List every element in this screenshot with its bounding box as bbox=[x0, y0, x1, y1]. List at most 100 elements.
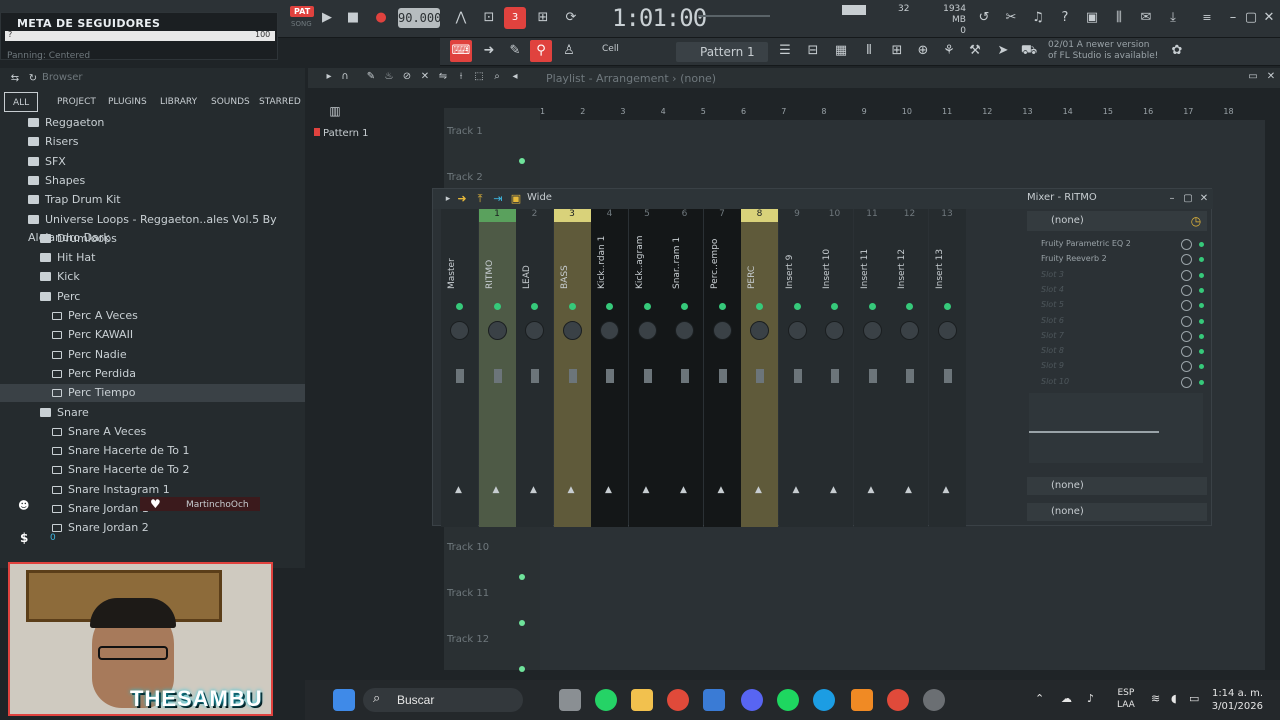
browser-item[interactable]: Universe Loops - Reggaeton..ales Vol.5 B… bbox=[0, 211, 305, 244]
mixer-strip[interactable]: 12 Insert 12 ▲ bbox=[891, 209, 928, 527]
pan-knob[interactable] bbox=[525, 321, 544, 340]
browser-item[interactable]: Snare A Veces bbox=[0, 423, 305, 441]
obs-icon[interactable] bbox=[923, 689, 945, 711]
volume-icon[interactable]: ◖ bbox=[1171, 692, 1177, 705]
fx-enable-led[interactable] bbox=[1199, 272, 1204, 278]
help-icon[interactable]: ? bbox=[1054, 7, 1076, 29]
magnet-icon[interactable]: ∩ bbox=[334, 66, 356, 88]
fx-mix-knob[interactable] bbox=[1181, 254, 1192, 266]
browser-window-icon[interactable]: ⊞ bbox=[886, 40, 908, 62]
volume-fader[interactable] bbox=[906, 369, 914, 383]
fx-mix-knob[interactable] bbox=[1181, 330, 1192, 342]
route-arrow-icon[interactable]: ▲ bbox=[680, 485, 687, 495]
track-enable-led[interactable] bbox=[519, 620, 525, 626]
volume-fader[interactable] bbox=[493, 369, 502, 383]
pattern-selector[interactable]: Pattern 1 bbox=[676, 42, 768, 62]
send-icon[interactable]: ➤ bbox=[992, 40, 1014, 62]
volume-fader[interactable] bbox=[456, 369, 464, 383]
strip-led[interactable] bbox=[868, 303, 876, 310]
fx-slot[interactable]: Fruity Reeverb 2 bbox=[1041, 254, 1107, 263]
volume-fader[interactable] bbox=[943, 369, 952, 383]
fx-mix-knob[interactable] bbox=[1181, 346, 1192, 358]
strip-led[interactable] bbox=[793, 303, 801, 310]
browser-item[interactable]: Perc bbox=[0, 288, 305, 306]
mixer-strip[interactable]: 10 Insert 10 ▲ bbox=[816, 209, 853, 527]
browser-item[interactable]: Perc Nadie bbox=[0, 346, 305, 364]
fx-slot[interactable]: Slot 8 bbox=[1041, 346, 1064, 355]
route-arrow-icon[interactable]: ▲ bbox=[943, 485, 950, 495]
countdown-icon[interactable]: 3 bbox=[504, 7, 526, 29]
volume-fader[interactable] bbox=[718, 369, 727, 383]
timeline-ruler[interactable]: 1 2 3 4 5 6 7 8 9 10 11 12 13 14 15 16 17 18 bbox=[540, 106, 1265, 120]
volume-fader[interactable] bbox=[831, 369, 839, 383]
fx-slot[interactable]: Slot 7 bbox=[1041, 331, 1064, 340]
mixer-strip[interactable]: Master ▲ bbox=[441, 209, 478, 527]
whatsapp-icon[interactable] bbox=[595, 689, 617, 711]
store-icon[interactable] bbox=[703, 689, 725, 711]
mixer-clock-icon[interactable]: ◷ bbox=[1185, 210, 1207, 232]
mixer-toggle-icon[interactable]: ⫼ bbox=[1108, 7, 1130, 29]
fx-slot[interactable]: Slot 3 bbox=[1041, 270, 1064, 279]
touch-controller-icon[interactable]: ⚘ bbox=[938, 40, 960, 62]
strip-led[interactable] bbox=[943, 303, 951, 310]
pan-knob[interactable] bbox=[637, 321, 657, 340]
volume-fader[interactable] bbox=[793, 369, 802, 383]
pan-knob[interactable] bbox=[787, 321, 807, 340]
browser-tab-project[interactable]: PROJECT bbox=[57, 92, 96, 112]
browser-refresh-icon[interactable]: ↻ bbox=[22, 68, 44, 90]
mixer-strip[interactable]: 6 Snar..ram 1 ▲ bbox=[666, 209, 703, 527]
mixer-strip[interactable]: 8 PERC ▲ bbox=[741, 209, 778, 527]
mixer-strip[interactable]: 1 RITMO ▲ bbox=[478, 209, 516, 527]
route-arrow-icon[interactable]: ▲ bbox=[455, 485, 462, 495]
metronome-icon[interactable]: ⋀ bbox=[450, 7, 472, 29]
undo-icon[interactable]: ↺ bbox=[973, 7, 995, 29]
track-enable-led[interactable] bbox=[519, 666, 525, 672]
browser-tab-plugins[interactable]: PLUGINS bbox=[108, 92, 147, 112]
route-arrow-icon[interactable]: ▲ bbox=[868, 485, 875, 495]
master-volume-slider[interactable] bbox=[698, 15, 770, 17]
pan-knob[interactable] bbox=[487, 321, 507, 340]
fx-slot[interactable]: Slot 9 bbox=[1041, 361, 1064, 370]
strip-led[interactable] bbox=[568, 303, 576, 310]
loop-record-icon[interactable]: ⟳ bbox=[560, 7, 582, 29]
browser-item[interactable]: SFX bbox=[0, 153, 305, 171]
wifi-icon[interactable]: ≋ bbox=[1151, 692, 1160, 705]
playlist-icon[interactable]: ☰ bbox=[774, 40, 796, 62]
playlist-close-icon[interactable]: ✕ bbox=[1260, 66, 1280, 88]
mixer-layout-icon[interactable]: ▣ bbox=[505, 188, 527, 210]
pan-knob[interactable] bbox=[562, 321, 582, 340]
piano-roll-window-icon[interactable]: ▦ bbox=[830, 40, 852, 62]
mixer-strip[interactable]: 11 Insert 11 ▲ bbox=[853, 209, 891, 527]
stop-icon[interactable]: ■ bbox=[342, 7, 364, 29]
link-icon[interactable]: ⚲ bbox=[530, 40, 552, 62]
route-arrow-icon[interactable]: ▲ bbox=[493, 485, 500, 495]
volume-fader[interactable] bbox=[606, 369, 614, 383]
route-arrow-icon[interactable]: ▲ bbox=[718, 485, 725, 495]
strip-led[interactable] bbox=[718, 303, 726, 310]
fx-slot[interactable]: Slot 6 bbox=[1041, 316, 1064, 325]
fx-slot[interactable]: Fruity Parametric EQ 2 bbox=[1041, 239, 1131, 248]
mixer-strip[interactable]: 5 Kick..agram ▲ bbox=[628, 209, 666, 527]
windows-start-icon[interactable] bbox=[333, 689, 355, 711]
route-arrow-icon[interactable]: ▲ bbox=[568, 485, 575, 495]
cut-icon[interactable]: ✂ bbox=[1000, 7, 1022, 29]
window-menu-icon[interactable]: ≡ bbox=[1196, 7, 1218, 29]
strip-led[interactable] bbox=[606, 303, 613, 310]
discord-icon[interactable] bbox=[741, 689, 763, 711]
chat-icon[interactable]: ✉ bbox=[1135, 7, 1157, 29]
piano-roll-icon[interactable]: ⌨ bbox=[450, 40, 472, 62]
pan-knob[interactable] bbox=[712, 321, 732, 340]
mixer-strip[interactable]: 9 Insert 9 ▲ bbox=[778, 209, 816, 527]
volume-fader[interactable] bbox=[643, 369, 652, 383]
track-name[interactable]: Track 11 bbox=[447, 588, 489, 599]
tools-icon[interactable]: ⚒ bbox=[964, 40, 986, 62]
route-arrow-icon[interactable]: ▲ bbox=[755, 485, 762, 495]
pattern-picker-icon[interactable]: ▥ bbox=[324, 100, 346, 122]
spotify-icon[interactable] bbox=[777, 689, 799, 711]
chrome-icon[interactable] bbox=[667, 689, 689, 711]
pan-knob[interactable] bbox=[600, 321, 619, 340]
mixer-strip[interactable]: 3 BASS ▲ bbox=[553, 209, 591, 527]
track-name[interactable]: Track 10 bbox=[447, 542, 489, 553]
fx-enable-led[interactable] bbox=[1199, 318, 1204, 324]
fx-mix-knob[interactable] bbox=[1181, 376, 1192, 388]
